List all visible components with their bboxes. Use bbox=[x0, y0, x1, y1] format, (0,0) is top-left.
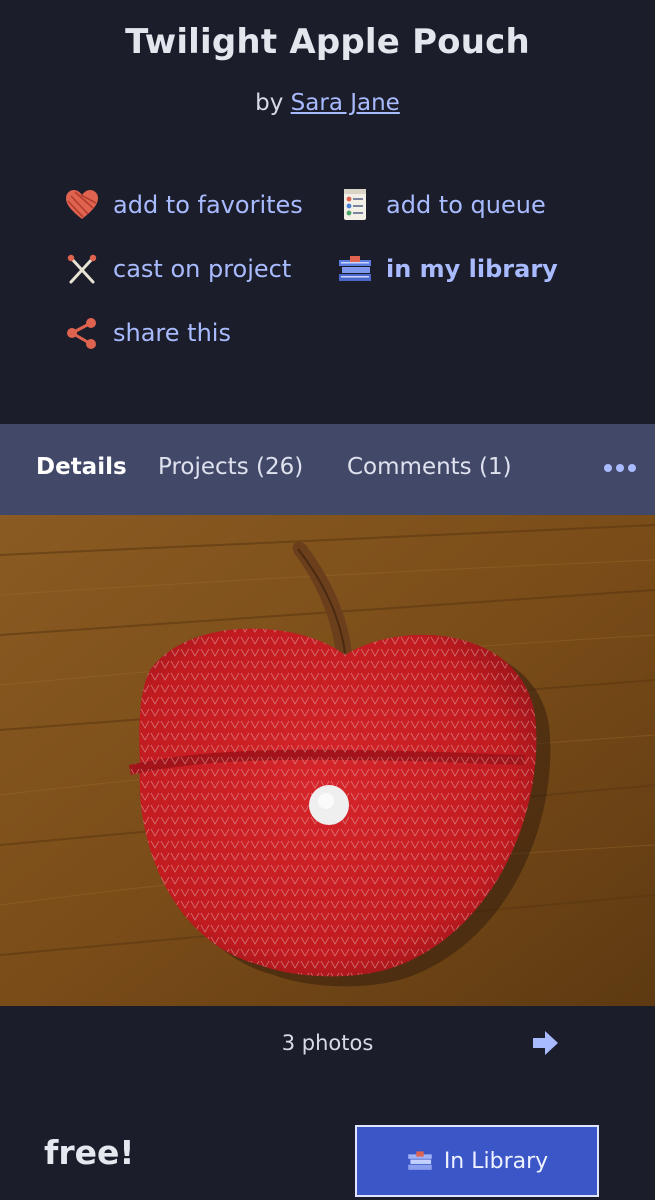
in-my-library-button[interactable]: in my library bbox=[336, 250, 558, 288]
tab-comments[interactable]: Comments (1) bbox=[347, 454, 512, 480]
arrow-right-icon[interactable] bbox=[530, 1028, 560, 1058]
price-label: free! bbox=[44, 1133, 135, 1172]
add-to-queue-button[interactable]: add to queue bbox=[336, 186, 546, 224]
library-books-icon bbox=[339, 256, 371, 281]
by-prefix: by bbox=[255, 90, 284, 116]
share-this-button[interactable]: share this bbox=[63, 314, 231, 352]
queue-list-icon bbox=[344, 189, 366, 220]
tab-projects[interactable]: Projects (26) bbox=[158, 454, 303, 480]
ellipsis-icon[interactable] bbox=[601, 458, 639, 478]
photo-footer: 3 photos bbox=[0, 1006, 655, 1081]
apple-pouch-image bbox=[0, 515, 655, 1006]
add-to-favorites-label: add to favorites bbox=[113, 191, 303, 219]
in-library-button[interactable]: In Library bbox=[355, 1125, 599, 1197]
library-books-icon bbox=[408, 1151, 432, 1170]
add-to-favorites-button[interactable]: add to favorites bbox=[63, 186, 303, 224]
pattern-title: Twilight Apple Pouch bbox=[125, 22, 530, 62]
yarn-heart-icon bbox=[66, 190, 98, 219]
author-link[interactable]: Sara Jane bbox=[291, 90, 400, 116]
share-icon bbox=[67, 318, 96, 349]
in-library-label: In Library bbox=[443, 1148, 549, 1174]
add-to-queue-label: add to queue bbox=[386, 191, 546, 219]
pattern-photo[interactable] bbox=[0, 515, 655, 1006]
knitting-needles-icon bbox=[67, 254, 97, 284]
tab-bar: Details Projects (26) Comments (1) bbox=[0, 424, 655, 515]
cast-on-project-label: cast on project bbox=[113, 255, 292, 283]
cast-on-project-button[interactable]: cast on project bbox=[63, 250, 291, 288]
byline: by Sara Jane bbox=[0, 90, 655, 116]
in-my-library-label: in my library bbox=[386, 255, 558, 283]
share-this-label: share this bbox=[113, 319, 231, 347]
tab-details[interactable]: Details bbox=[36, 454, 127, 480]
